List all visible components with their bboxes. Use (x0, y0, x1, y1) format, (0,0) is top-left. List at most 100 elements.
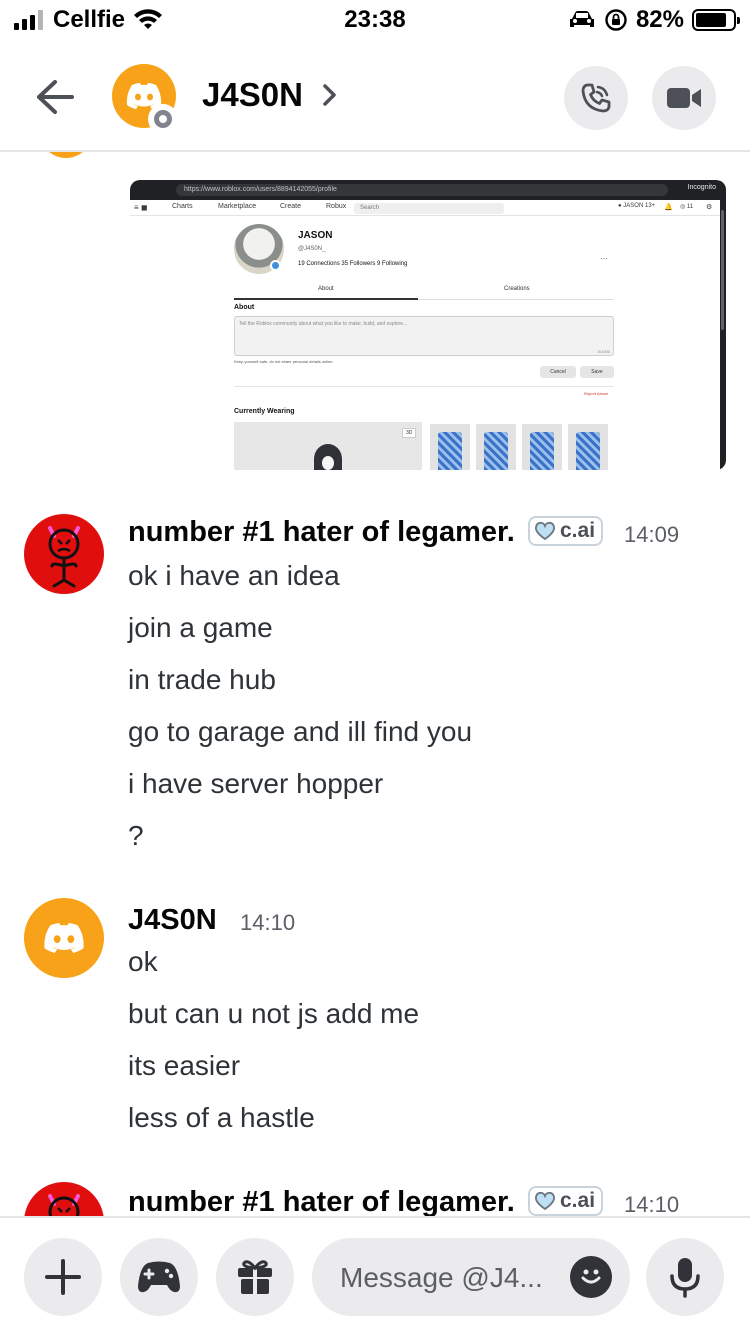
wearing-item (568, 424, 608, 470)
profile-name: JASON (298, 230, 333, 241)
profile-handle: @J4S0N_ (298, 246, 326, 252)
header-user: ● JASON 13+ (618, 203, 656, 209)
chat-header: J4S0N (0, 50, 750, 146)
wearing-item (522, 424, 562, 470)
message-author[interactable]: J4S0N (128, 904, 217, 937)
video-call-button[interactable] (652, 66, 716, 130)
add-attachment-button[interactable] (24, 1238, 102, 1316)
report-abuse-link: Report Abuse (584, 391, 609, 396)
3d-toggle: 3D (402, 428, 417, 438)
tab-divider (418, 299, 614, 300)
wearing-item (430, 424, 470, 470)
user-avatar-discord[interactable] (24, 898, 104, 978)
microphone-icon (670, 1258, 700, 1298)
message-text[interactable]: go to garage and ill find you (128, 716, 472, 748)
badge-label: c.ai (560, 1189, 596, 1212)
about-placeholder: Tell the Roblox community about what you… (239, 321, 408, 327)
chevron-right-icon[interactable] (320, 82, 340, 108)
cai-badge: c.ai (528, 516, 604, 546)
status-bar: Cellfie 23:38 82% (0, 0, 750, 40)
about-heading: About (234, 304, 255, 311)
plus-icon (45, 1259, 81, 1295)
nav-item: Robux (326, 203, 347, 210)
battery-icon (692, 9, 740, 31)
message-text[interactable]: ok i have an idea (128, 560, 340, 592)
penguin-avatar (314, 444, 342, 470)
message-text[interactable]: its easier (128, 1050, 240, 1082)
save-button: Save (580, 366, 614, 378)
message-text[interactable]: ? (128, 820, 144, 852)
section-divider (234, 386, 614, 387)
emoji-icon (581, 1269, 601, 1284)
message-timestamp: 14:10 (240, 910, 296, 935)
cancel-button: Cancel (540, 366, 576, 378)
voice-message-button[interactable] (646, 1238, 724, 1316)
discord-logo-icon (44, 923, 84, 953)
wearing-item (476, 424, 516, 470)
verified-icon (270, 260, 281, 271)
tab-creations: Creations (504, 286, 530, 292)
tab-underline (234, 298, 418, 300)
settings-icon: ⚙ (706, 204, 713, 211)
safety-disclaimer: Keep yourself safe, do not share persona… (234, 359, 334, 364)
user-avatar-devil[interactable] (24, 514, 104, 594)
tab-about: About (318, 286, 334, 292)
user-avatar-devil[interactable] (24, 1182, 104, 1216)
message-input-placeholder: Message @J4... (340, 1262, 543, 1293)
bell-icon: 🔔 (664, 204, 673, 211)
back-arrow-icon (37, 80, 74, 114)
message-text[interactable]: in trade hub (128, 664, 276, 696)
emoji-button[interactable] (570, 1256, 612, 1298)
badge-label: c.ai (560, 519, 596, 542)
video-call-icon (667, 88, 701, 108)
back-button[interactable] (30, 72, 80, 122)
heart-icon (535, 1191, 555, 1211)
message-input[interactable]: Message @J4... (312, 1238, 630, 1316)
message-author[interactable]: number #1 hater of legamer. (128, 516, 515, 549)
currently-wearing-heading: Currently Wearing (234, 408, 295, 415)
status-right: 82% (568, 6, 740, 34)
devil-face-icon (48, 1194, 80, 1216)
browser-scrollbar (720, 180, 726, 470)
message-list[interactable]: https://www.roblox.com/users/8894142055/… (0, 152, 750, 1216)
message-text[interactable]: but can u not js add me (128, 998, 419, 1030)
gamepad-icon (138, 1261, 180, 1293)
message-text[interactable]: less of a hastle (128, 1102, 315, 1134)
partial-avatar (36, 152, 96, 158)
rotation-lock-icon (605, 9, 627, 31)
profile-stats: 19 Connections 35 Followers 9 Following (298, 261, 408, 267)
cai-badge: c.ai (528, 1186, 604, 1216)
message-composer: Message @J4... (0, 1216, 750, 1334)
activities-button[interactable] (120, 1238, 198, 1316)
gift-button[interactable] (216, 1238, 294, 1316)
voice-call-button[interactable] (564, 66, 628, 130)
incognito-label: Incognito (687, 184, 716, 191)
roblox-search: Search (354, 203, 504, 214)
message-timestamp: 14:10 (624, 1192, 680, 1216)
char-count: 0/1000 (597, 349, 610, 354)
browser-toolbar: https://www.roblox.com/users/8894142055/… (130, 180, 726, 200)
message-text[interactable]: join a game (128, 612, 273, 644)
contact-name[interactable]: J4S0N (202, 76, 303, 114)
url-bar: https://www.roblox.com/users/8894142055/… (176, 184, 668, 196)
nav-item: Create (280, 203, 302, 210)
more-icon: ··· (600, 254, 608, 263)
roblox-nav: ≡ ◼ Charts Marketplace Create Robux Sear… (130, 200, 722, 216)
car-icon (569, 11, 594, 27)
voice-call-icon (581, 83, 611, 113)
devil-face-icon (48, 526, 80, 588)
robux-count: ◎ 11 (680, 204, 694, 210)
menu-icon: ≡ ◼ (134, 203, 148, 212)
about-textarea: Tell the Roblox community about what you… (234, 316, 614, 356)
message-text[interactable]: ok (128, 946, 158, 978)
nav-item: Marketplace (218, 203, 257, 210)
battery-percent: 82% (635, 6, 684, 33)
nav-item: Charts (172, 203, 193, 210)
message-author[interactable]: number #1 hater of legamer. (128, 1186, 515, 1216)
gift-icon (238, 1260, 272, 1294)
message-text[interactable]: i have server hopper (128, 768, 383, 800)
message-timestamp: 14:09 (624, 522, 680, 547)
offline-status-indicator (148, 104, 178, 134)
image-attachment[interactable]: https://www.roblox.com/users/8894142055/… (130, 180, 726, 470)
heart-icon (535, 521, 555, 541)
